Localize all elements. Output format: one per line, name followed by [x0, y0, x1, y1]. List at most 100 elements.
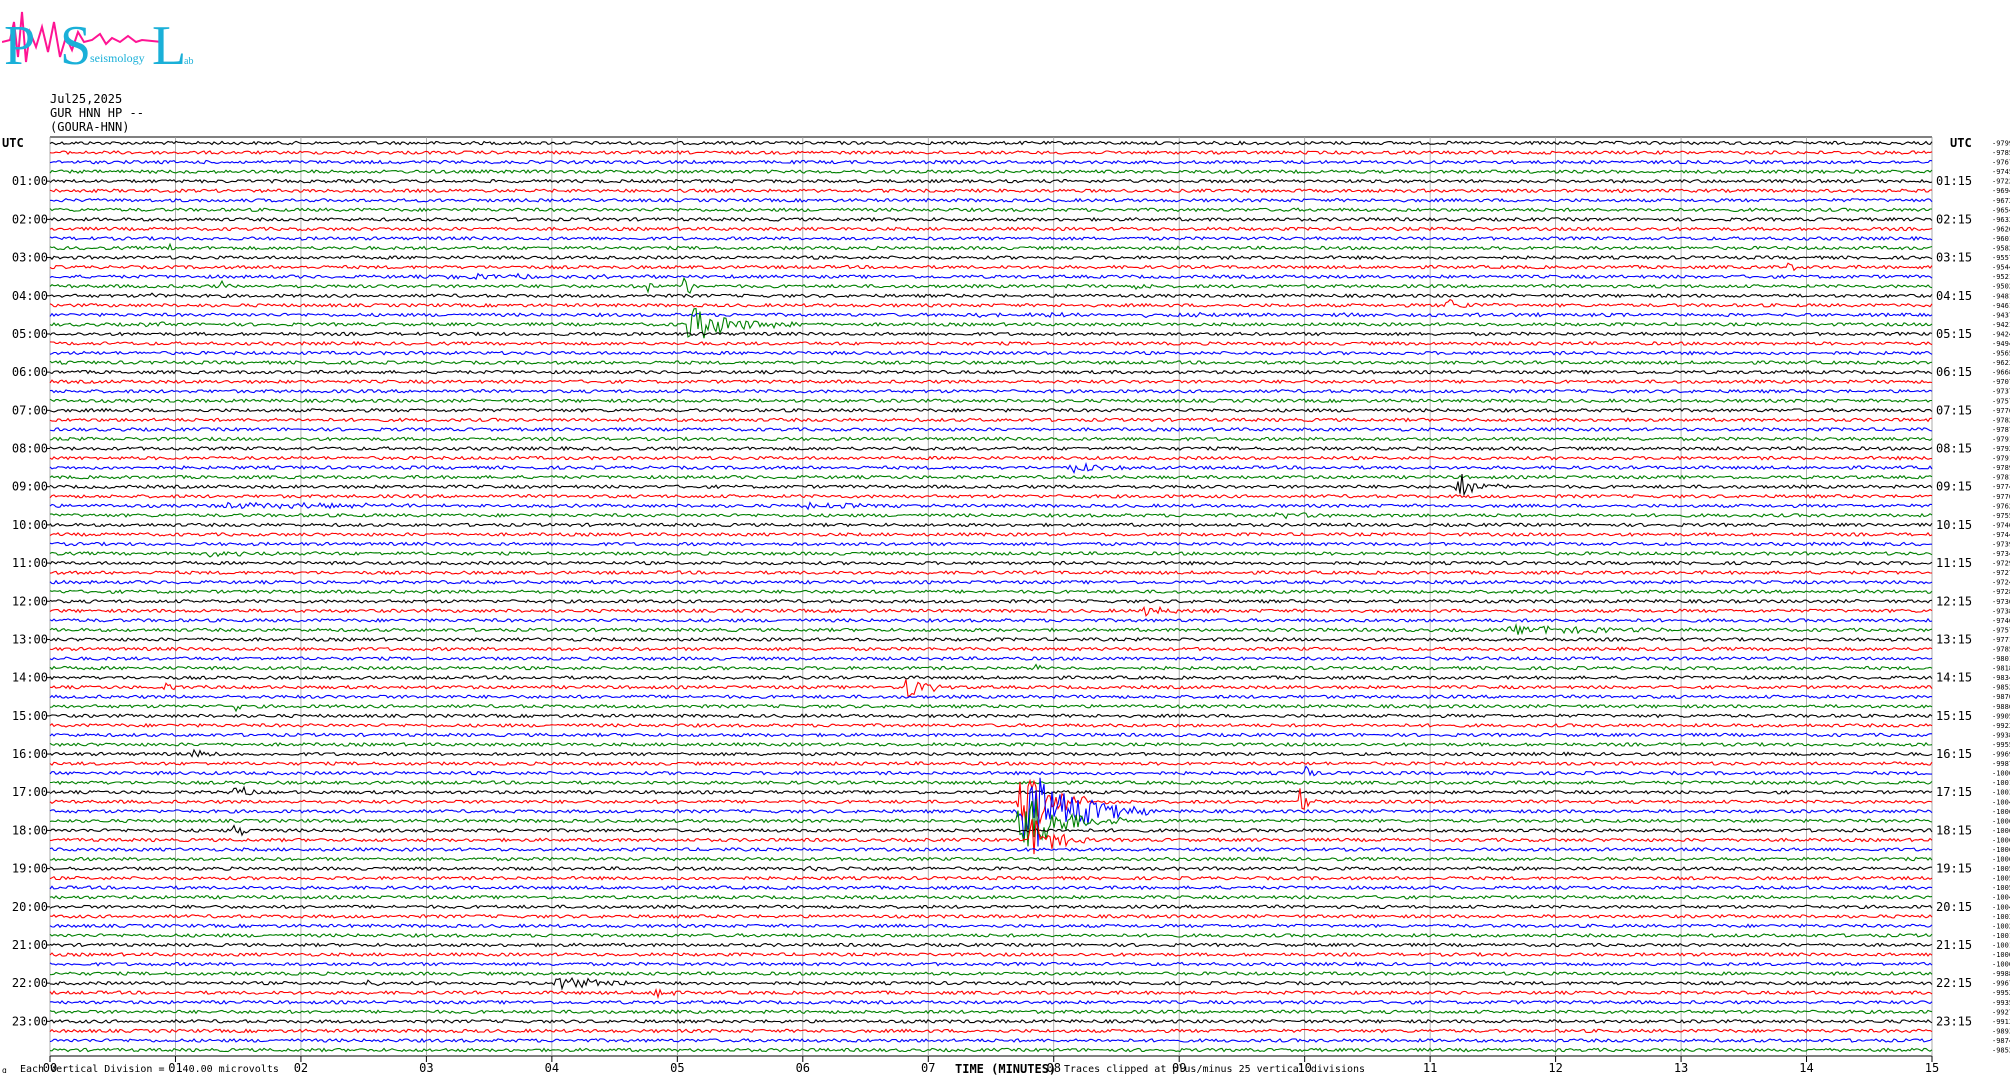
seismic-trace	[49, 398, 1933, 404]
seismic-trace	[49, 605, 1933, 617]
psl-logo: P S L seismology ab	[2, 11, 193, 77]
x-tick-label: 03	[419, 1061, 433, 1075]
seismic-trace	[49, 656, 1933, 661]
seismic-trace	[49, 512, 1933, 520]
trace-offset-label: -9633	[1992, 216, 2010, 224]
seismic-trace	[49, 722, 1933, 728]
trace-offset-label: -9870	[1992, 693, 2010, 701]
trace-offset-label: -9834	[1992, 674, 2010, 682]
seismic-trace	[49, 579, 1933, 585]
seismic-trace	[49, 331, 1933, 337]
seismic-trace	[49, 875, 1933, 881]
minute-gridlines	[47, 136, 1933, 1062]
left-hour-label: 18:00	[12, 823, 48, 837]
trace-offset-label: -9782	[1992, 416, 2010, 424]
trace-offset-label: -10068	[1992, 836, 2010, 844]
seismic-trace	[49, 159, 1933, 165]
seismic-trace	[49, 976, 1933, 991]
trace-offset-label: -9770	[1992, 493, 2010, 501]
seismic-trace	[49, 819, 1933, 855]
seismic-trace	[49, 904, 1933, 910]
seismic-trace	[49, 299, 1933, 308]
right-hour-label: 02:15	[1936, 212, 1972, 226]
seismic-trace	[49, 216, 1933, 222]
seismic-trace	[49, 748, 1933, 758]
seismic-trace	[49, 570, 1933, 576]
x-tick-label: 06	[796, 1061, 810, 1075]
trace-offset-label: -9745	[1992, 168, 2010, 176]
clip-note: Traces clipped at plus/minus 25 vertical…	[1064, 1064, 1366, 1075]
seismic-trace	[49, 777, 1933, 847]
seismic-trace	[49, 445, 1933, 452]
trace-offset-label: -9927	[1992, 1008, 2010, 1016]
left-hour-label: 07:00	[12, 403, 48, 417]
record-date: Jul25,2025	[50, 92, 123, 106]
seismic-trace	[49, 694, 1933, 700]
seismic-trace	[49, 207, 1932, 213]
trace-offset-label: -9737	[1992, 388, 2010, 396]
trace-offset-label: -9494	[1992, 340, 2010, 348]
x-axis-title: TIME (MINUTES)	[955, 1062, 1057, 1076]
seismic-trace	[50, 780, 1933, 786]
trace-offset-label: -9967	[1992, 980, 2010, 988]
x-tick-label: 04	[545, 1061, 559, 1075]
trace-offset-label: -9461	[1992, 302, 2010, 310]
right-hour-label: 17:15	[1936, 785, 1972, 799]
trace-offset-label: -9728	[1992, 588, 2010, 596]
seismic-trace	[49, 1047, 1933, 1053]
trace-offset-label: -9724	[1992, 579, 2010, 587]
left-hour-label: 22:00	[12, 976, 48, 990]
seismic-trace	[49, 703, 1933, 713]
left-hour-label: 19:00	[12, 862, 48, 876]
left-hour-label: 09:00	[12, 480, 48, 494]
right-hour-label: 18:15	[1936, 823, 1972, 837]
seismic-trace	[49, 501, 1933, 511]
trace-offset-label: -9818	[1992, 665, 2010, 673]
seismic-trace	[49, 589, 1933, 595]
seismic-trace	[49, 778, 1933, 830]
left-hour-label: 17:00	[12, 785, 48, 799]
seismic-trace	[49, 646, 1933, 652]
trace-offset-label: -10069	[1992, 846, 2010, 854]
right-hour-label: 05:15	[1936, 327, 1972, 341]
right-hour-label: 19:15	[1936, 862, 1972, 876]
trace-offset-label: -9437	[1992, 311, 2010, 319]
seismic-trace	[49, 636, 1933, 642]
seismic-trace	[49, 961, 1933, 967]
trace-offset-label: -9729	[1992, 560, 2010, 568]
seismic-trace	[49, 971, 1933, 977]
trace-offset-label: -9481	[1992, 292, 2010, 300]
seismic-trace	[49, 1028, 1933, 1034]
seismic-trace	[49, 1018, 1933, 1024]
right-hour-label: 16:15	[1936, 747, 1972, 761]
trace-offset-label: -9727	[1992, 569, 2010, 577]
right-hour-label: 11:15	[1936, 556, 1972, 570]
seismic-trace	[49, 242, 1933, 251]
trace-offset-label: -9707	[1992, 378, 2010, 386]
seismic-trace	[49, 663, 1933, 671]
x-tick-label: 15	[1925, 1061, 1939, 1075]
logo-letter-s: S	[60, 15, 91, 77]
seismic-trace	[49, 417, 1933, 423]
helicorder-plot: 00010203040506070809101112131415-9799-97…	[12, 136, 2010, 1075]
seismic-trace	[49, 350, 1933, 356]
left-hour-label: 04:00	[12, 289, 48, 303]
x-tick-label: 11	[1423, 1061, 1437, 1075]
trace-offset-label: -10047	[1992, 894, 2010, 902]
trace-offset-label: -9582	[1992, 245, 2010, 253]
trace-offset-label: -9952	[1992, 989, 2010, 997]
right-hour-label: 09:15	[1936, 480, 1972, 494]
trace-offset-label: -10066	[1992, 817, 2010, 825]
left-hour-label: 11:00	[12, 556, 48, 570]
trace-offset-label: -10014	[1992, 932, 2010, 940]
trace-offset-label: -9421	[1992, 321, 2010, 329]
logo-subtitle: seismology	[90, 51, 145, 65]
trace-offset-label: -9988	[1992, 970, 2010, 978]
trace-offset-label: -9955	[1992, 741, 2010, 749]
seismic-trace	[49, 140, 1933, 146]
seismic-trace	[49, 622, 1933, 635]
seismic-trace	[49, 522, 1933, 528]
trace-offset-label: -9791	[1992, 435, 2010, 443]
right-hour-label: 14:15	[1936, 671, 1972, 685]
trace-offset-label: -9771	[1992, 636, 2010, 644]
